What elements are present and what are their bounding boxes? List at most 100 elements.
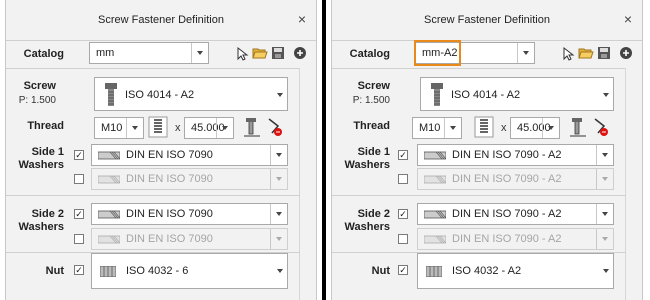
chevron-down-icon[interactable] [542, 118, 559, 138]
close-icon[interactable]: × [624, 11, 632, 27]
chevron-down-icon[interactable] [270, 145, 287, 165]
chevron-down-icon [270, 229, 287, 249]
auto-length-icon[interactable] [264, 116, 284, 138]
left-dialog: Screw Fastener Definition × Catalog mm S… [5, 0, 317, 300]
separator [332, 68, 626, 69]
chevron-down-icon[interactable] [273, 254, 287, 288]
catalog-value: mm [96, 47, 115, 59]
length-dropdown[interactable]: 45.000 [510, 117, 560, 139]
scrollbar[interactable] [625, 68, 642, 300]
screw-icon [105, 83, 117, 106]
auto-length-icon[interactable] [590, 116, 610, 138]
chevron-down-icon[interactable] [216, 118, 233, 138]
open-folder-icon[interactable] [578, 45, 594, 61]
thread-size-dropdown[interactable]: M10 [412, 117, 462, 139]
side2-washer-checkbox[interactable]: ✓ [398, 209, 408, 219]
screw-dropdown[interactable]: ISO 4014 - A2 [420, 77, 614, 111]
chevron-down-icon[interactable] [270, 204, 287, 224]
side2-washer2-checkbox[interactable] [74, 234, 84, 244]
add-icon[interactable] [620, 47, 632, 59]
add-icon[interactable] [294, 47, 306, 59]
thread-size-value: M10 [101, 122, 123, 134]
side2-washer-dropdown[interactable]: DIN EN ISO 7090 [91, 203, 288, 225]
nut-dropdown[interactable]: ISO 4032 - 6 [91, 253, 288, 289]
catalog-dropdown[interactable]: mm [89, 42, 209, 64]
screw-label: Screw [357, 80, 390, 92]
chevron-down-icon[interactable] [517, 43, 534, 63]
screw-icon [431, 83, 443, 106]
chevron-down-icon[interactable] [273, 78, 287, 110]
chevron-down-icon [596, 229, 613, 249]
nut-dropdown[interactable]: ISO 4032 - A2 [417, 253, 614, 289]
side1-washer-dropdown[interactable]: DIN EN ISO 7090 - A2 [417, 144, 614, 166]
side1-washer2-dropdown: DIN EN ISO 7090 - A2 [417, 168, 614, 190]
side2-washer-dropdown[interactable]: DIN EN ISO 7090 - A2 [417, 203, 614, 225]
screw-value: ISO 4014 - A2 [451, 89, 521, 101]
save-icon[interactable] [270, 45, 286, 61]
washer-icon [424, 175, 446, 184]
side2-washer2-checkbox[interactable] [398, 234, 408, 244]
chevron-down-icon[interactable] [599, 254, 613, 288]
screw-label: Screw [23, 80, 56, 92]
dialog-title: Screw Fastener Definition [98, 14, 224, 26]
length-from-model-icon[interactable] [242, 116, 262, 138]
side1-washer-value: DIN EN ISO 7090 [126, 149, 213, 161]
chevron-down-icon[interactable] [126, 118, 143, 138]
washer-icon [98, 175, 120, 184]
washer-icon [98, 235, 120, 244]
chevron-down-icon[interactable] [596, 145, 613, 165]
side1-label: Side 1 [357, 146, 390, 158]
chevron-down-icon[interactable] [191, 43, 208, 63]
thread-gauge-icon[interactable] [474, 116, 494, 138]
dialog-title: Screw Fastener Definition [424, 14, 550, 26]
nut-label: Nut [371, 265, 390, 277]
chevron-down-icon[interactable] [444, 118, 461, 138]
open-folder-icon[interactable] [252, 45, 268, 61]
side2-washer2-value: DIN EN ISO 7090 [126, 233, 213, 245]
thread-size-dropdown[interactable]: M10 [94, 117, 144, 139]
thread-label: Thread [353, 120, 390, 132]
side2-washer2-value: DIN EN ISO 7090 - A2 [452, 233, 562, 245]
side1-washer-value: DIN EN ISO 7090 - A2 [452, 149, 562, 161]
nut-value: ISO 4032 - 6 [126, 265, 189, 277]
chevron-down-icon [270, 169, 287, 189]
washer-icon [424, 151, 446, 160]
times-label: x [175, 122, 181, 134]
length-dropdown[interactable]: 45.000 [184, 117, 234, 139]
side1-washer2-value: DIN EN ISO 7090 - A2 [452, 173, 562, 185]
scrollbar[interactable] [299, 68, 316, 300]
side1-label: Side 1 [31, 146, 64, 158]
nut-icon [100, 266, 116, 277]
side1-washer2-checkbox[interactable] [74, 174, 84, 184]
save-icon[interactable] [596, 45, 612, 61]
side2-washer2-dropdown: DIN EN ISO 7090 - A2 [417, 228, 614, 250]
nut-checkbox[interactable]: ✓ [74, 265, 84, 275]
nut-value: ISO 4032 - A2 [452, 265, 522, 277]
length-from-model-icon[interactable] [568, 116, 588, 138]
thread-gauge-icon[interactable] [148, 116, 168, 138]
separator [332, 195, 626, 196]
cursor-icon[interactable] [560, 46, 576, 62]
catalog-label: Catalog [349, 48, 390, 60]
side2-label: Side 2 [357, 208, 390, 220]
side1-washers-label: Washers [344, 159, 390, 171]
side1-washer-checkbox[interactable]: ✓ [74, 150, 84, 160]
chevron-down-icon[interactable] [596, 204, 613, 224]
side2-washers-label: Washers [344, 221, 390, 233]
nut-checkbox[interactable]: ✓ [398, 265, 408, 275]
panel-divider [322, 0, 326, 300]
side1-washers-label: Washers [18, 159, 64, 171]
washer-icon [98, 210, 120, 219]
side1-washer-checkbox[interactable]: ✓ [398, 150, 408, 160]
cursor-icon[interactable] [234, 46, 250, 62]
side2-washer-value: DIN EN ISO 7090 [126, 208, 213, 220]
screw-dropdown[interactable]: ISO 4014 - A2 [94, 77, 288, 111]
side2-washer-checkbox[interactable]: ✓ [74, 209, 84, 219]
nut-label: Nut [45, 265, 64, 277]
chevron-down-icon[interactable] [599, 78, 613, 110]
times-label: x [501, 122, 507, 134]
close-icon[interactable]: × [298, 11, 306, 27]
side2-washers-label: Washers [18, 221, 64, 233]
side1-washer2-checkbox[interactable] [398, 174, 408, 184]
side1-washer-dropdown[interactable]: DIN EN ISO 7090 [91, 144, 288, 166]
